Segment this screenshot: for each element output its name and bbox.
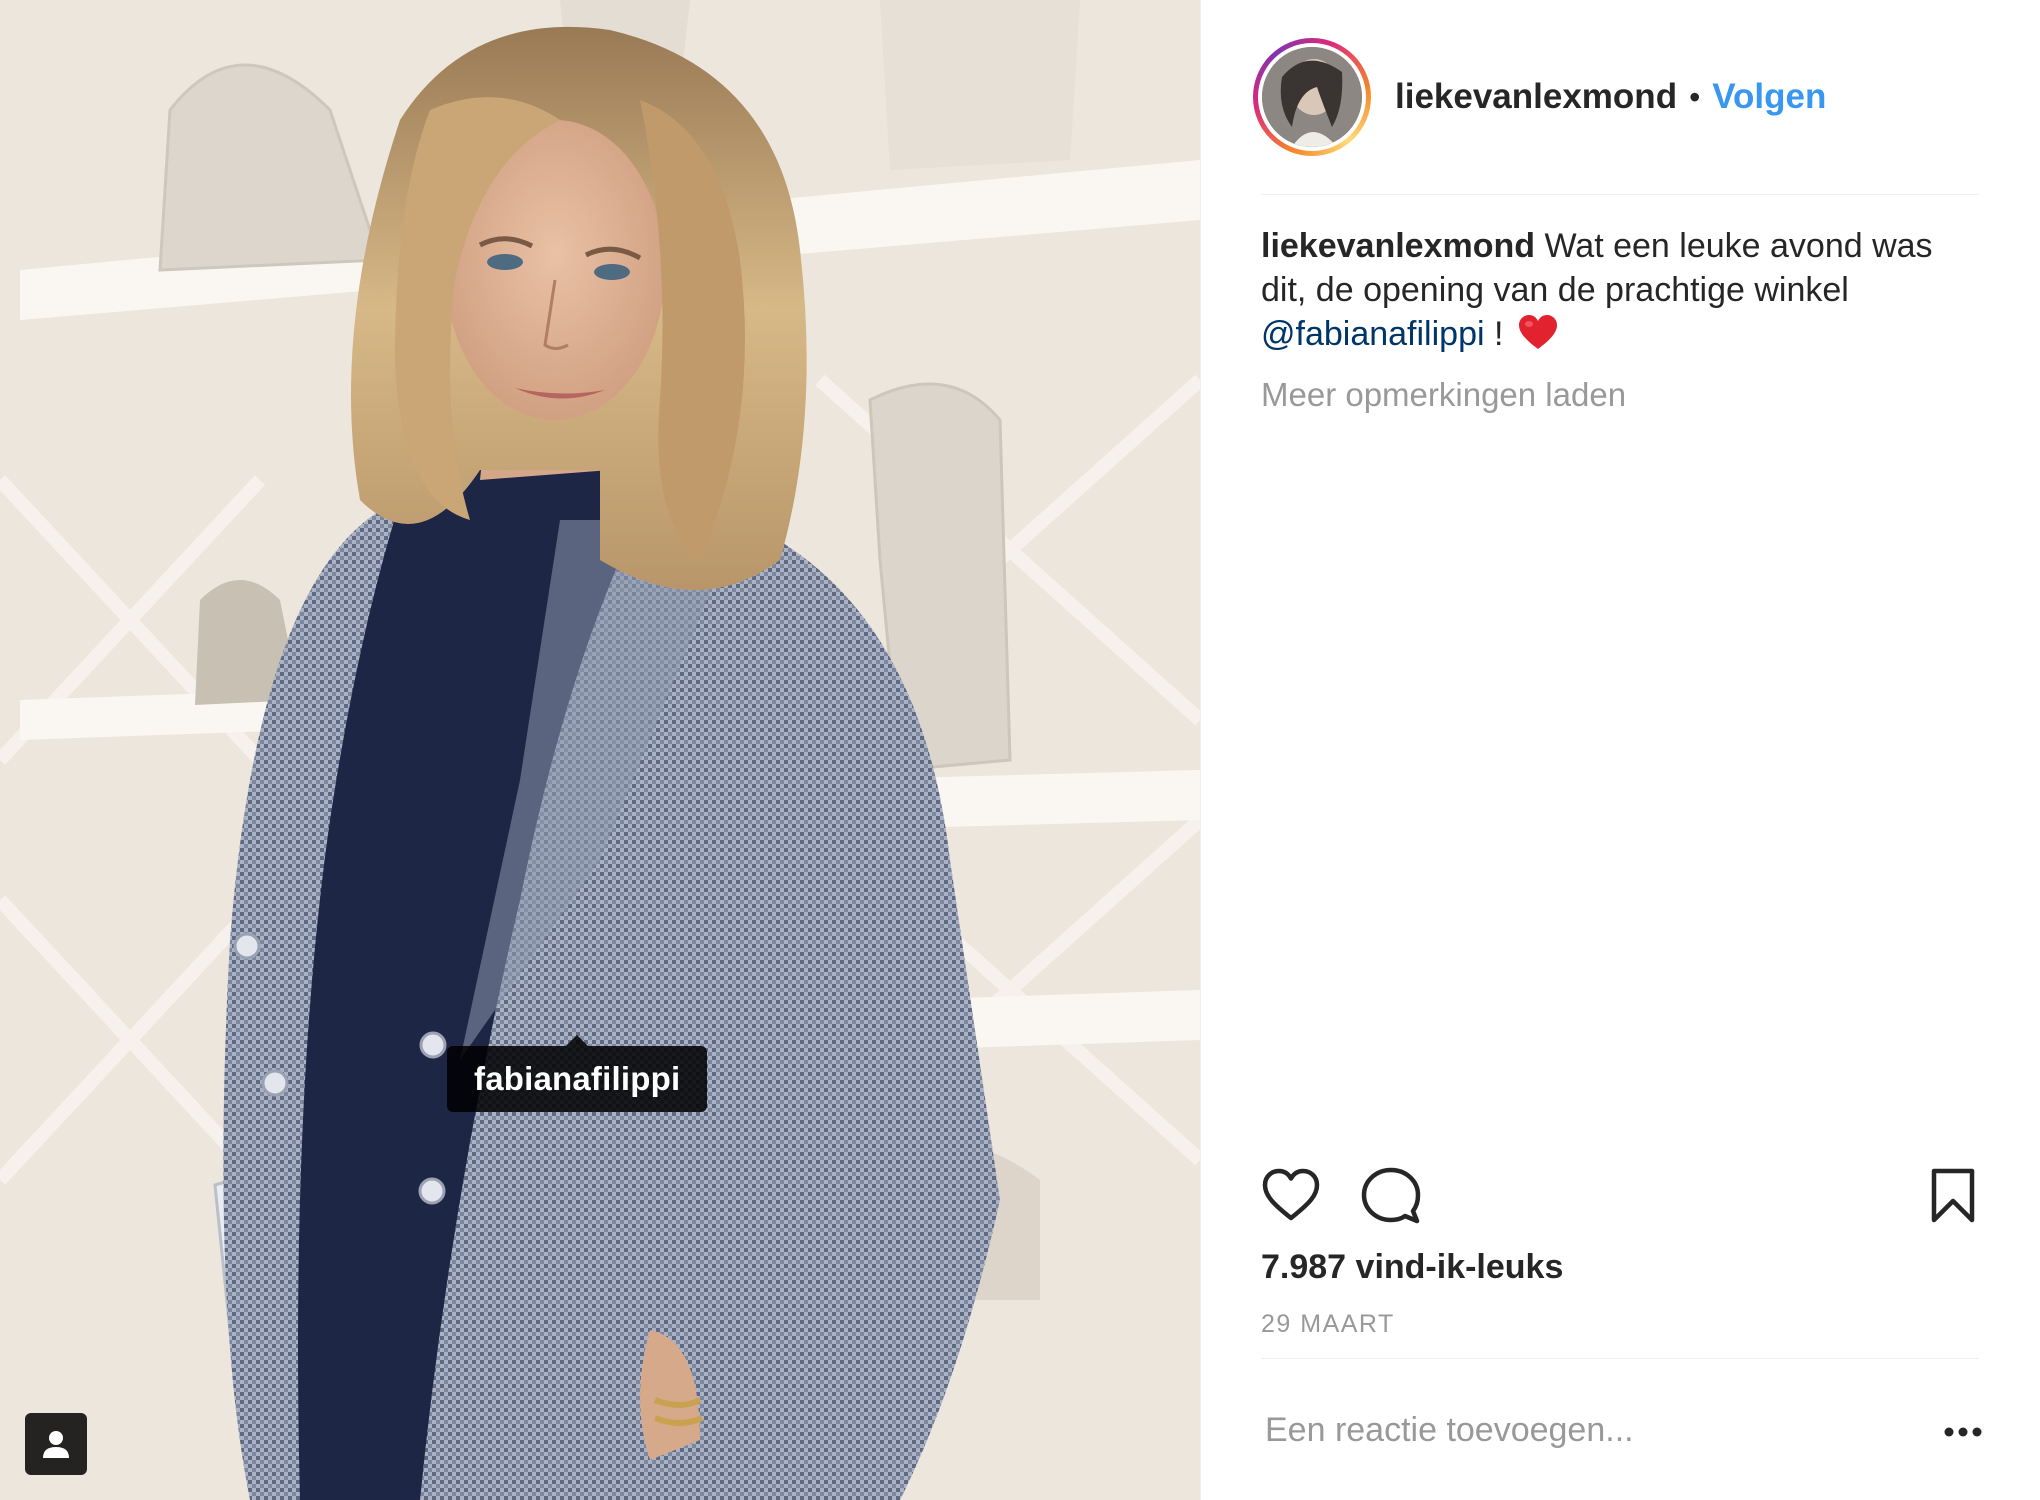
heart-icon xyxy=(1262,1168,1320,1221)
more-options-icon xyxy=(1944,1427,1982,1437)
post-photo[interactable]: fabianafilippi xyxy=(0,0,1200,1500)
like-button[interactable] xyxy=(1261,1167,1321,1228)
comment-icon xyxy=(1361,1167,1421,1224)
likes-count[interactable]: 7.987 vind-ik-leuks xyxy=(1261,1248,1563,1287)
save-button[interactable] xyxy=(1929,1167,1977,1230)
post-header: liekevanlexmond • Volgen xyxy=(1253,38,1826,156)
caption-suffix: ! xyxy=(1494,315,1504,353)
avatar-image xyxy=(1262,47,1362,147)
add-comment-input[interactable] xyxy=(1261,1400,1909,1460)
user-tag[interactable]: fabianafilippi xyxy=(447,1035,708,1112)
comment-button[interactable] xyxy=(1361,1167,1421,1230)
post-sidebar: liekevanlexmond • Volgen liekevanlexmond… xyxy=(1200,0,2040,1500)
instagram-post: fabianafilippi liekevanlexmond • Volgen … xyxy=(0,0,2040,1500)
profile-photo-icon xyxy=(1262,47,1362,147)
caption-username[interactable]: liekevanlexmond xyxy=(1261,227,1535,265)
tagged-users-button[interactable] xyxy=(25,1413,87,1475)
user-icon xyxy=(43,1431,69,1458)
more-options-button[interactable] xyxy=(1941,1414,1985,1450)
post-caption: liekevanlexmond Wat een leuke avond was … xyxy=(1261,224,1979,362)
caption-mention-link[interactable]: @fabianafilippi xyxy=(1261,315,1485,353)
post-author-username[interactable]: liekevanlexmond xyxy=(1395,77,1677,117)
bookmark-icon xyxy=(1931,1168,1975,1223)
load-more-comments-link[interactable]: Meer opmerkingen laden xyxy=(1261,376,1626,414)
follow-button[interactable]: Volgen xyxy=(1712,77,1826,117)
post-date: 29 MAART xyxy=(1261,1310,1395,1338)
comment-divider xyxy=(1261,1358,1979,1359)
post-photo-illustration xyxy=(0,0,1200,1500)
avatar-border xyxy=(1258,43,1366,151)
post-actions xyxy=(1261,1167,1979,1227)
avatar[interactable] xyxy=(1253,38,1371,156)
header-divider xyxy=(1261,194,1979,195)
red-heart-emoji-icon xyxy=(1518,315,1557,362)
separator-dot: • xyxy=(1689,78,1701,115)
